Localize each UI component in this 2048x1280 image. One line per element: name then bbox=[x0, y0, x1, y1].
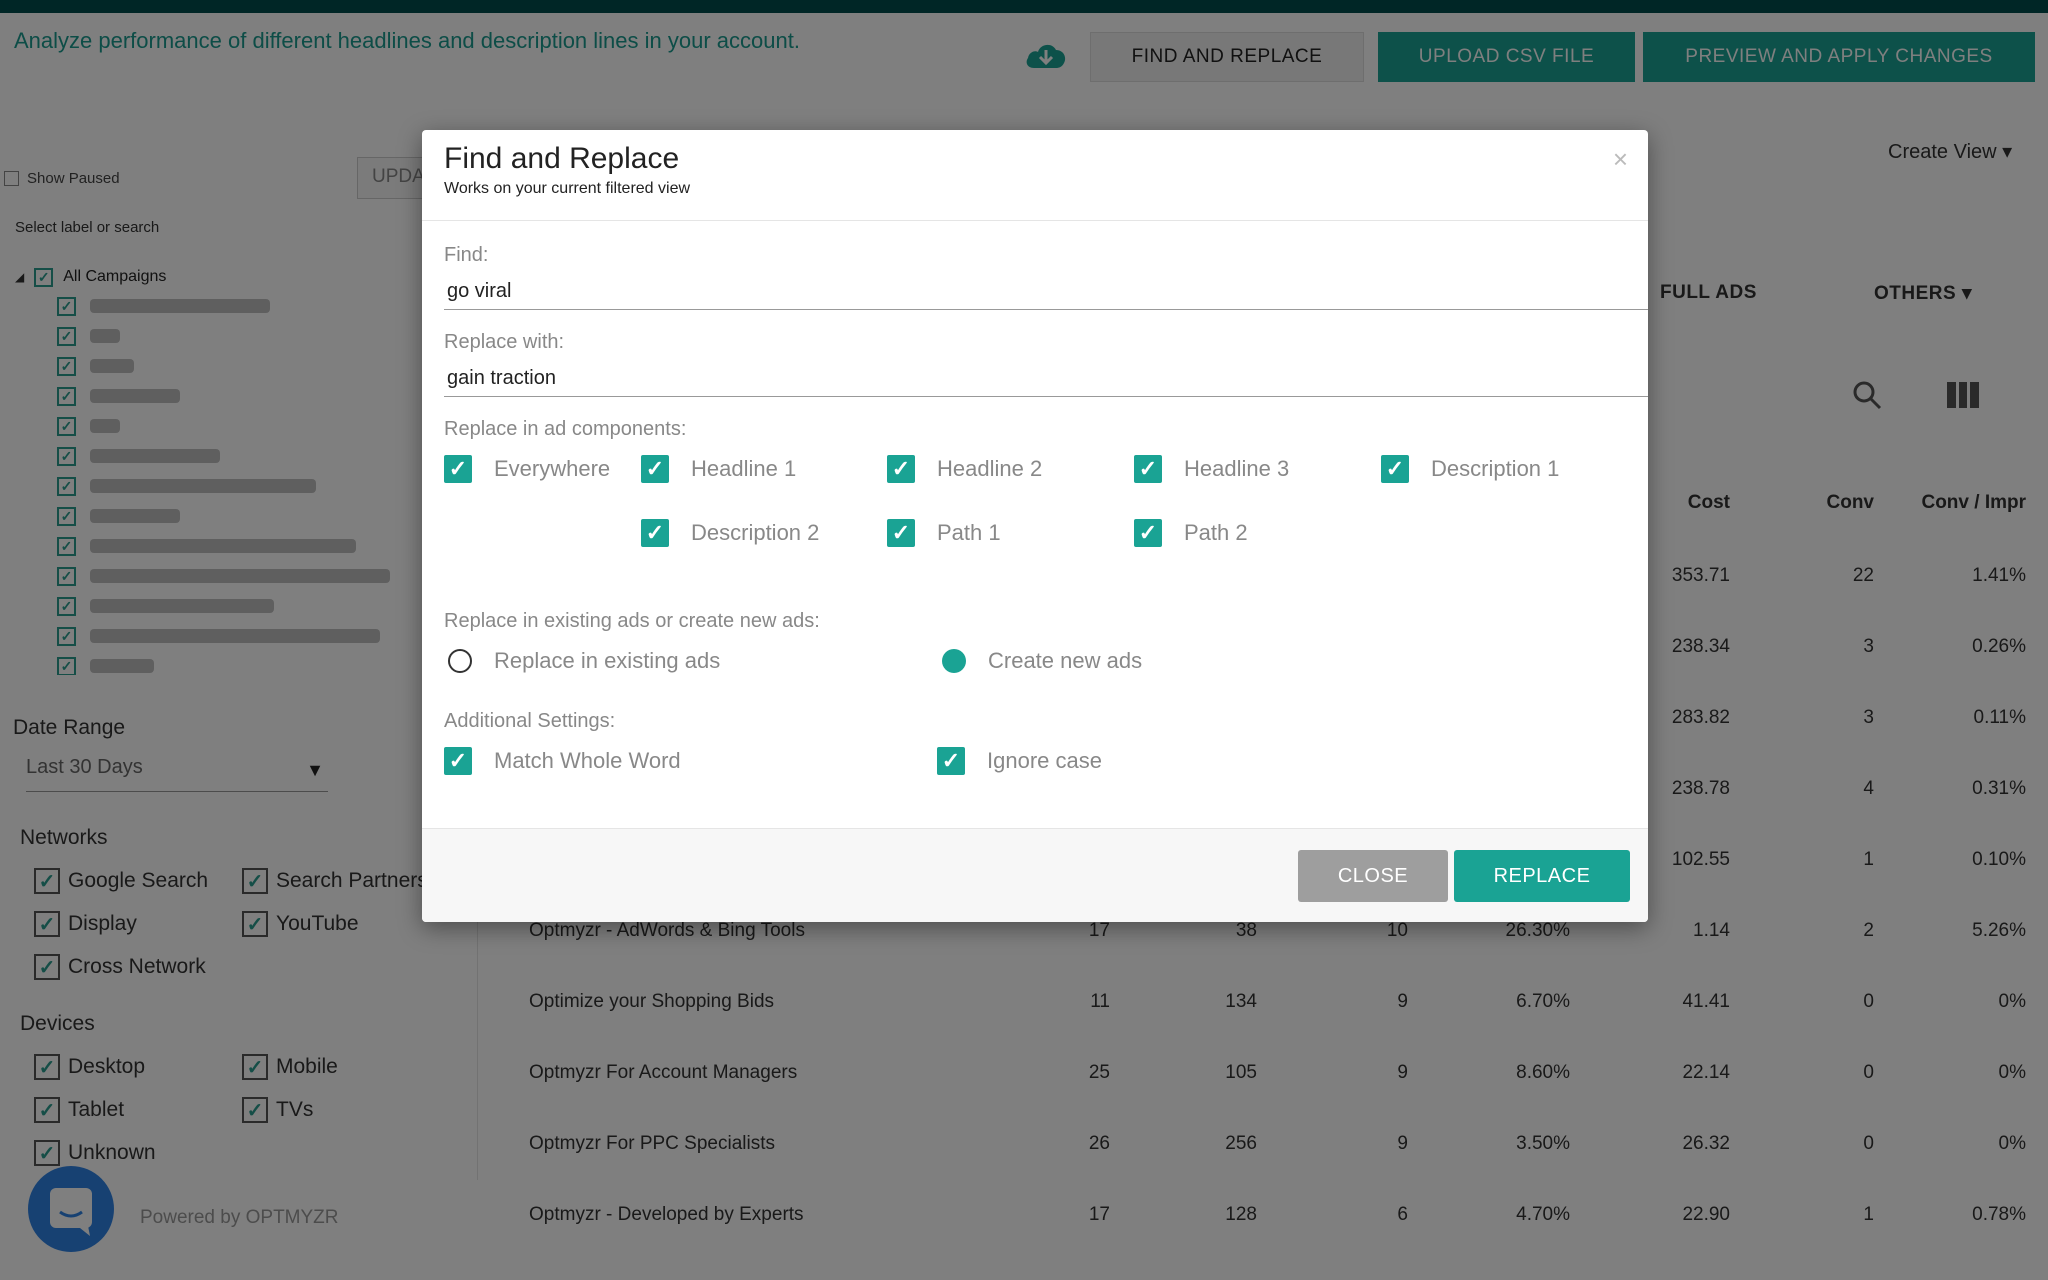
component-description-2[interactable]: ✓ Description 2 bbox=[641, 519, 819, 547]
component-label: Description 1 bbox=[1431, 456, 1560, 481]
replace-label: Replace with: bbox=[444, 331, 565, 353]
option-label: Match Whole Word bbox=[494, 748, 681, 773]
checkbox[interactable]: ✓ bbox=[887, 519, 915, 547]
find-replace-modal: Find and Replace Works on your current f… bbox=[422, 130, 1648, 922]
checkbox[interactable]: ✓ bbox=[1381, 455, 1409, 483]
mode-label: Replace in existing ads or create new ad… bbox=[444, 610, 820, 632]
modal-title: Find and Replace bbox=[444, 142, 680, 175]
checkbox[interactable]: ✓ bbox=[937, 747, 965, 775]
option-label: Ignore case bbox=[987, 748, 1102, 773]
component-headline-3[interactable]: ✓ Headline 3 bbox=[1134, 455, 1289, 483]
component-headline-1[interactable]: ✓ Headline 1 bbox=[641, 455, 796, 483]
component-label: Path 1 bbox=[937, 520, 1001, 545]
component-label: Headline 3 bbox=[1184, 456, 1290, 481]
component-label: Headline 1 bbox=[691, 456, 797, 481]
component-label: Path 2 bbox=[1184, 520, 1248, 545]
component-everywhere[interactable]: ✓ Everywhere bbox=[444, 455, 610, 483]
match-whole-word-option[interactable]: ✓ Match Whole Word bbox=[444, 747, 681, 775]
radio-selected[interactable] bbox=[942, 649, 966, 673]
radio-unselected[interactable] bbox=[448, 649, 472, 673]
components-label: Replace in ad components: bbox=[444, 418, 687, 440]
find-label: Find: bbox=[444, 244, 489, 266]
checkbox[interactable]: ✓ bbox=[887, 455, 915, 483]
additional-settings-label: Additional Settings: bbox=[444, 710, 616, 732]
component-path-2[interactable]: ✓ Path 2 bbox=[1134, 519, 1248, 547]
modal-divider bbox=[422, 220, 1648, 221]
checkbox[interactable]: ✓ bbox=[641, 455, 669, 483]
replace-input[interactable]: gain traction bbox=[444, 361, 1648, 397]
radio-label: Replace in existing ads bbox=[494, 648, 721, 673]
checkbox[interactable]: ✓ bbox=[641, 519, 669, 547]
component-label: Headline 2 bbox=[937, 456, 1043, 481]
component-description-1[interactable]: ✓ Description 1 bbox=[1381, 455, 1559, 483]
component-label: Everywhere bbox=[494, 456, 611, 481]
close-button[interactable]: CLOSE bbox=[1298, 850, 1448, 902]
radio-label: Create new ads bbox=[988, 648, 1143, 673]
checkbox[interactable]: ✓ bbox=[444, 455, 472, 483]
mode-new-radio[interactable]: Create new ads bbox=[942, 648, 1142, 674]
ignore-case-option[interactable]: ✓ Ignore case bbox=[937, 747, 1102, 775]
replace-button[interactable]: REPLACE bbox=[1454, 850, 1630, 902]
find-input[interactable]: go viral bbox=[444, 274, 1648, 310]
component-headline-2[interactable]: ✓ Headline 2 bbox=[887, 455, 1042, 483]
component-path-1[interactable]: ✓ Path 1 bbox=[887, 519, 1001, 547]
component-label: Description 2 bbox=[691, 520, 820, 545]
modal-subtitle: Works on your current filtered view bbox=[444, 180, 691, 197]
checkbox[interactable]: ✓ bbox=[1134, 455, 1162, 483]
close-icon[interactable]: × bbox=[1613, 144, 1628, 175]
checkbox[interactable]: ✓ bbox=[444, 747, 472, 775]
checkbox[interactable]: ✓ bbox=[1134, 519, 1162, 547]
mode-existing-radio[interactable]: Replace in existing ads bbox=[448, 648, 720, 674]
